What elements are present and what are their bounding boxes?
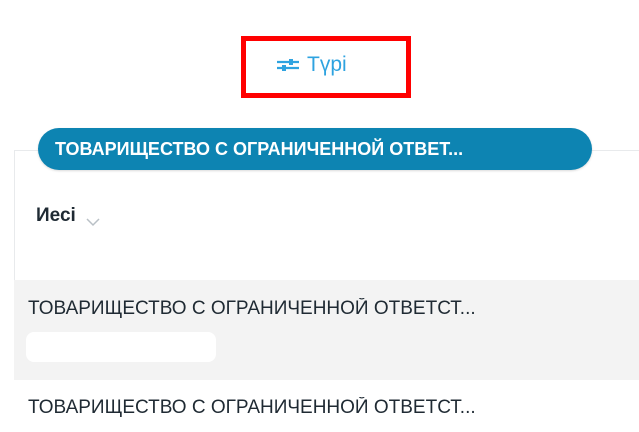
list-item-text: ТОВАРИЩЕСТВО С ОГРАНИЧЕННОЙ ОТВЕТСТ... <box>28 298 476 319</box>
filter-button-label: Түрі <box>307 53 347 76</box>
owner-column-label: Иесі <box>36 205 76 226</box>
sliders-icon <box>275 55 301 75</box>
list-item[interactable]: ТОВАРИЩЕСТВО С ОГРАНИЧЕННОЙ ОТВЕТСТ... <box>14 280 639 380</box>
owner-column-header[interactable]: Иесі <box>36 200 100 232</box>
list-item-text: ТОВАРИЩЕСТВО С ОГРАНИЧЕННОЙ ОТВЕТСТ... <box>28 397 476 418</box>
list-item-placeholder <box>26 332 216 362</box>
selected-filter-chip[interactable]: ТОВАРИЩЕСТВО С ОГРАНИЧЕННОЙ ОТВЕТ... <box>38 128 592 170</box>
selected-filter-chip-label: ТОВАРИЩЕСТВО С ОГРАНИЧЕННОЙ ОТВЕТ... <box>55 138 464 159</box>
list-item[interactable]: ТОВАРИЩЕСТВО С ОГРАНИЧЕННОЙ ОТВЕТСТ... <box>14 380 639 432</box>
filter-button[interactable]: Түрі <box>275 50 347 80</box>
chevron-down-icon <box>86 211 100 227</box>
